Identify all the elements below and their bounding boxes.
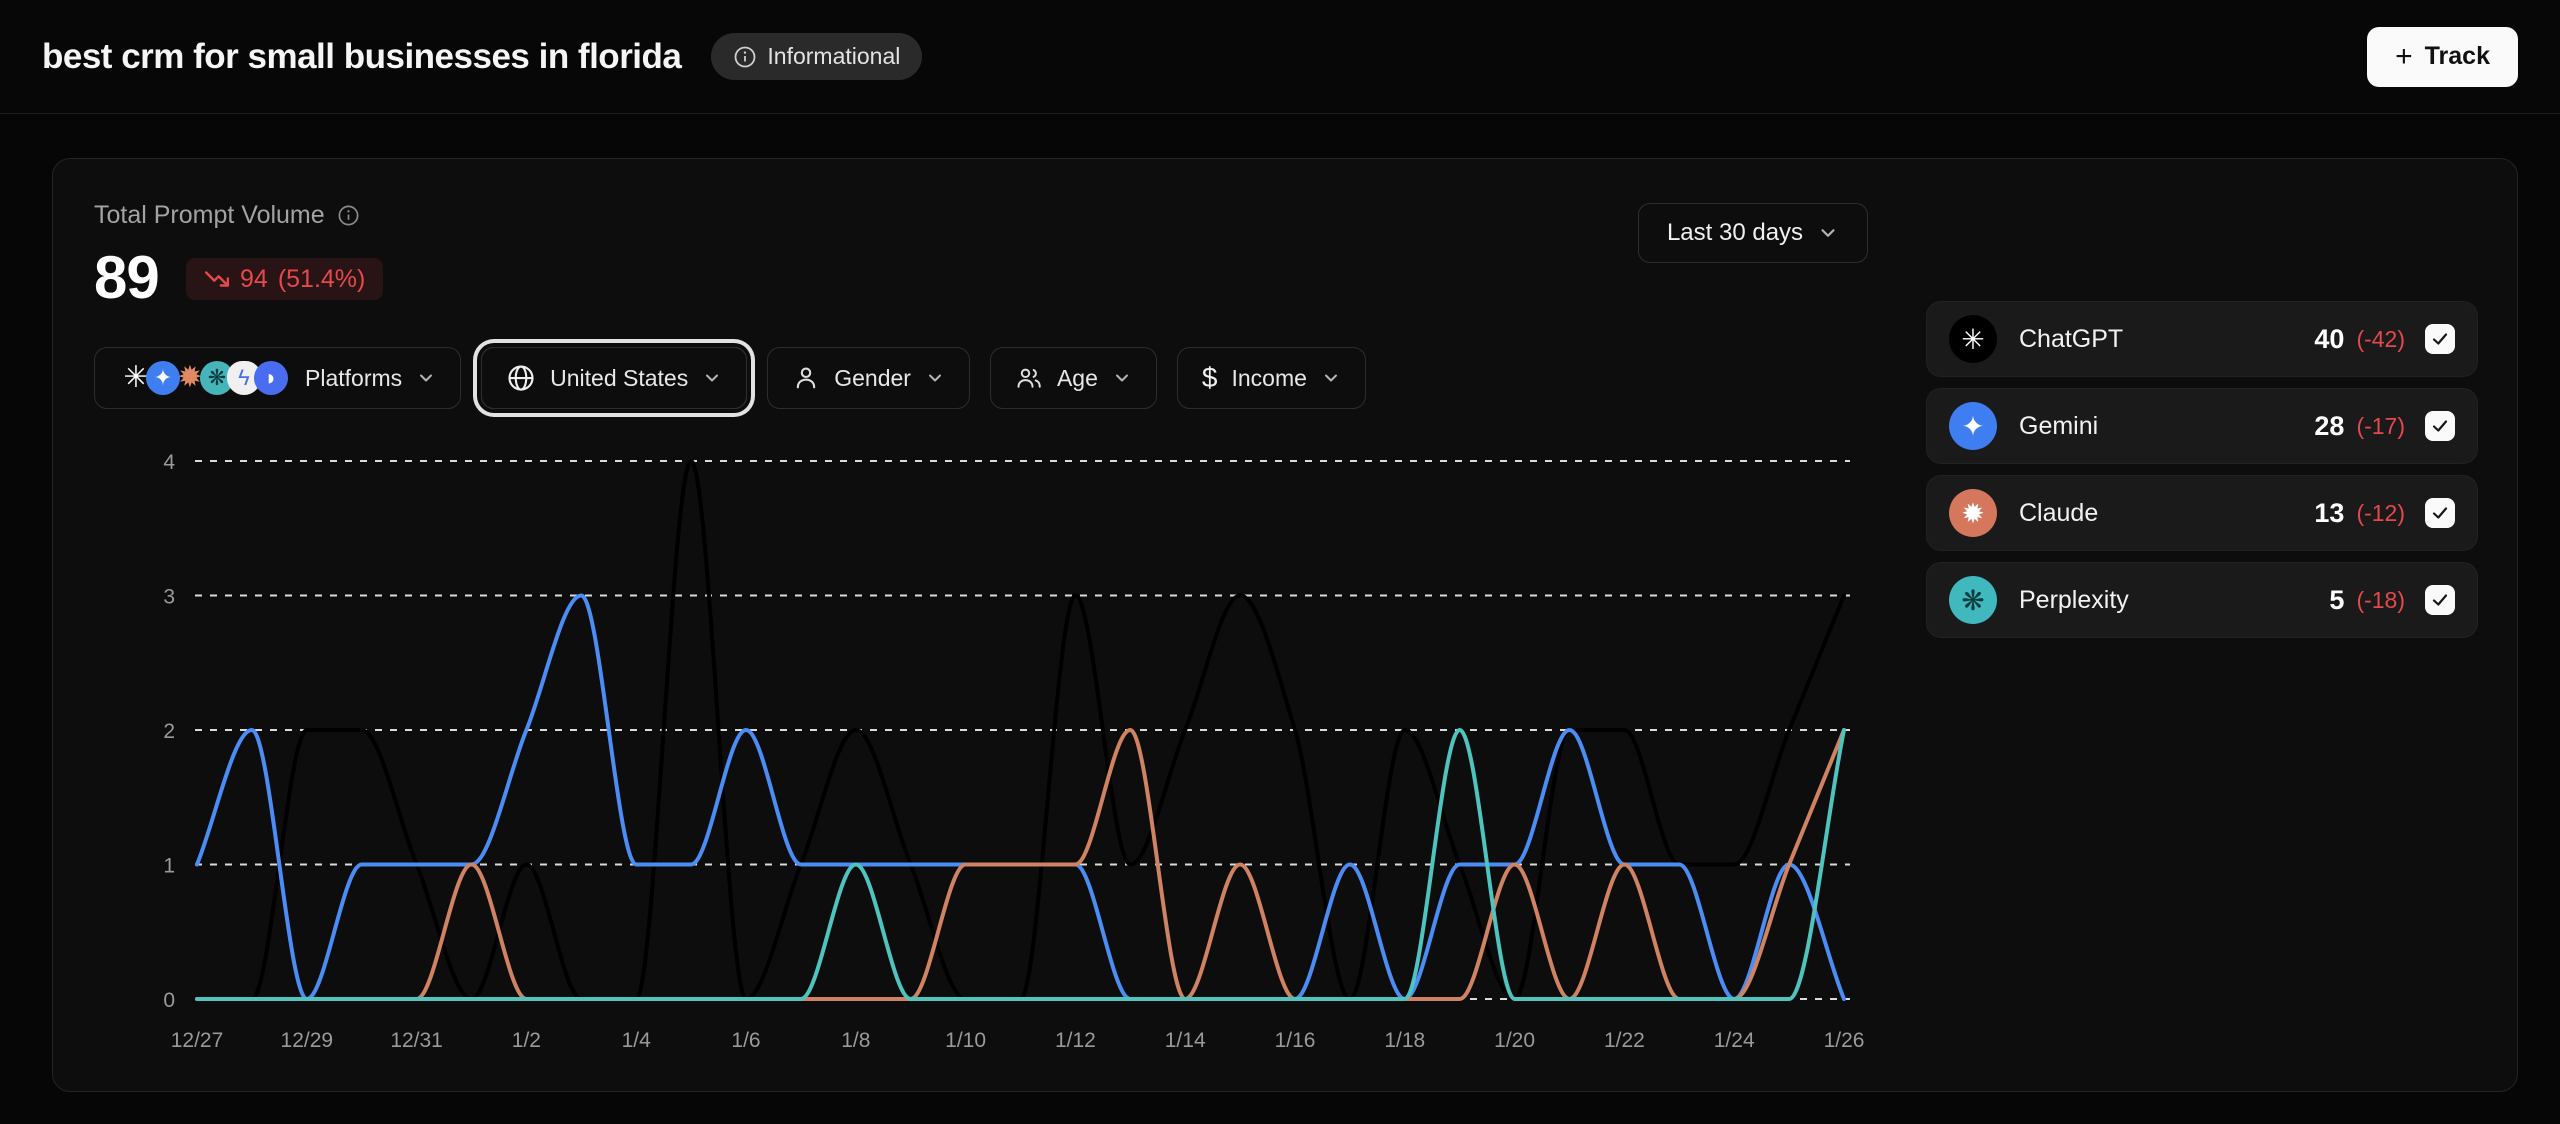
series-line-claude xyxy=(197,730,1844,999)
x-axis-tick-label: 1/14 xyxy=(1165,1029,1206,1052)
gemini-checkbox[interactable] xyxy=(2425,411,2455,441)
globe-icon xyxy=(506,363,536,393)
x-axis-tick-label: 12/29 xyxy=(281,1029,334,1052)
chatgpt-icon: ✳ xyxy=(1949,315,1997,363)
track-button-label: Track xyxy=(2425,42,2490,71)
y-axis-tick-label: 2 xyxy=(163,720,175,743)
info-icon xyxy=(733,45,757,69)
legend-platform-value: 28 xyxy=(2314,411,2344,442)
x-axis-tick-label: 1/22 xyxy=(1604,1029,1645,1052)
gemini-icon: ✦ xyxy=(1949,402,1997,450)
series-line-gemini xyxy=(197,596,1844,1000)
metric-label: Total Prompt Volume xyxy=(94,201,325,230)
x-axis-tick-label: 1/4 xyxy=(622,1029,652,1052)
legend-platform-delta: (-42) xyxy=(2356,326,2405,353)
income-filter-button[interactable]: $ Income xyxy=(1177,347,1366,409)
claude-checkbox[interactable] xyxy=(2425,498,2455,528)
perplexity-checkbox[interactable] xyxy=(2425,585,2455,615)
legend-platform-name: ChatGPT xyxy=(2019,325,2123,354)
x-axis-tick-label: 1/24 xyxy=(1714,1029,1755,1052)
legend-item-claude[interactable]: ✹ Claude 13 (-12) xyxy=(1926,475,2478,551)
legend-platform-delta: (-12) xyxy=(2356,500,2405,527)
metric-delta-badge: 94 (51.4%) xyxy=(186,258,383,300)
series-line-chatgpt xyxy=(197,461,1844,999)
x-axis-tick-label: 1/26 xyxy=(1824,1029,1865,1052)
y-axis-tick-label: 3 xyxy=(163,586,175,609)
legend-platform-name: Perplexity xyxy=(2019,586,2129,615)
metric-label-row: Total Prompt Volume xyxy=(94,201,360,230)
x-axis-tick-label: 1/18 xyxy=(1384,1029,1425,1052)
checkmark-icon xyxy=(2430,329,2450,349)
legend-platform-value: 5 xyxy=(2329,585,2344,616)
chevron-down-icon xyxy=(416,368,436,388)
legend-platform-delta: (-18) xyxy=(2356,587,2405,614)
top-bar: best crm for small businesses in florida… xyxy=(0,0,2560,114)
x-axis-tick-label: 1/6 xyxy=(731,1029,760,1052)
y-axis-tick-label: 4 xyxy=(163,451,175,474)
chevron-down-icon xyxy=(702,368,722,388)
plus-icon: + xyxy=(2395,42,2413,72)
country-filter-label: United States xyxy=(550,365,688,392)
legend-platform-name: Claude xyxy=(2019,499,2098,528)
x-axis-tick-label: 1/8 xyxy=(841,1029,870,1052)
gender-filter-label: Gender xyxy=(834,365,911,392)
legend-platform-value: 40 xyxy=(2314,324,2344,355)
prompt-volume-card: Total Prompt Volume 89 94 (51.4%) Last 3… xyxy=(52,158,2518,1092)
date-range-label: Last 30 days xyxy=(1667,219,1803,247)
x-axis-tick-label: 1/16 xyxy=(1275,1029,1316,1052)
platform-legend: ✳ ChatGPT 40 (-42) ✦ Gemini 28 (-17) ✹ xyxy=(1926,301,2478,649)
legend-item-perplexity[interactable]: ❋ Perplexity 5 (-18) xyxy=(1926,562,2478,638)
gender-filter-button[interactable]: Gender xyxy=(767,347,970,409)
legend-item-chatgpt[interactable]: ✳ ChatGPT 40 (-42) xyxy=(1926,301,2478,377)
chevron-down-icon xyxy=(1321,368,1341,388)
swirl-icon: ◗ xyxy=(254,361,288,395)
legend-platform-delta: (-17) xyxy=(2356,413,2405,440)
dollar-icon: $ xyxy=(1202,362,1218,394)
x-axis-tick-label: 12/27 xyxy=(171,1029,224,1052)
platforms-filter-button[interactable]: ✳ ✦ ✹ ❋ ϟ ◗ Platforms xyxy=(94,347,461,409)
filters-row: ✳ ✦ ✹ ❋ ϟ ◗ Platforms United States xyxy=(94,347,1366,409)
x-axis-tick-label: 12/31 xyxy=(390,1029,443,1052)
legend-platform-name: Gemini xyxy=(2019,412,2098,441)
metric-value: 89 xyxy=(94,243,159,312)
trending-down-icon xyxy=(204,266,230,292)
platform-icons-stack: ✳ ✦ ✹ ❋ ϟ ◗ xyxy=(119,361,281,395)
metric-delta-percent: (51.4%) xyxy=(278,265,366,294)
age-filter-label: Age xyxy=(1057,365,1098,392)
intent-badge: Informational xyxy=(711,33,922,80)
checkmark-icon xyxy=(2430,590,2450,610)
chevron-down-icon xyxy=(925,368,945,388)
checkmark-icon xyxy=(2430,503,2450,523)
people-icon xyxy=(1015,364,1043,392)
y-axis-tick-label: 1 xyxy=(163,855,175,878)
info-icon[interactable] xyxy=(337,204,360,227)
y-axis-tick-label: 0 xyxy=(163,989,175,1012)
intent-badge-label: Informational xyxy=(767,43,900,70)
legend-platform-value: 13 xyxy=(2314,498,2344,529)
legend-item-gemini[interactable]: ✦ Gemini 28 (-17) xyxy=(1926,388,2478,464)
track-button[interactable]: + Track xyxy=(2367,27,2518,87)
page-title: best crm for small businesses in florida xyxy=(42,37,681,77)
x-axis-tick-label: 1/20 xyxy=(1494,1029,1535,1052)
perplexity-icon: ❋ xyxy=(1949,576,1997,624)
platforms-filter-label: Platforms xyxy=(305,365,402,392)
person-icon xyxy=(792,364,820,392)
x-axis-tick-label: 1/10 xyxy=(945,1029,986,1052)
income-filter-label: Income xyxy=(1231,365,1306,392)
x-axis-tick-label: 1/2 xyxy=(512,1029,541,1052)
age-filter-button[interactable]: Age xyxy=(990,347,1157,409)
chatgpt-checkbox[interactable] xyxy=(2425,324,2455,354)
claude-icon: ✹ xyxy=(1949,489,1997,537)
checkmark-icon xyxy=(2430,416,2450,436)
country-filter-button[interactable]: United States xyxy=(481,347,747,409)
x-axis-tick-label: 1/12 xyxy=(1055,1029,1096,1052)
series-line-perplexity xyxy=(197,730,1844,999)
date-range-select[interactable]: Last 30 days xyxy=(1638,203,1868,263)
chevron-down-icon xyxy=(1817,222,1839,244)
chevron-down-icon xyxy=(1112,368,1132,388)
metric-delta-value: 94 xyxy=(240,265,268,294)
